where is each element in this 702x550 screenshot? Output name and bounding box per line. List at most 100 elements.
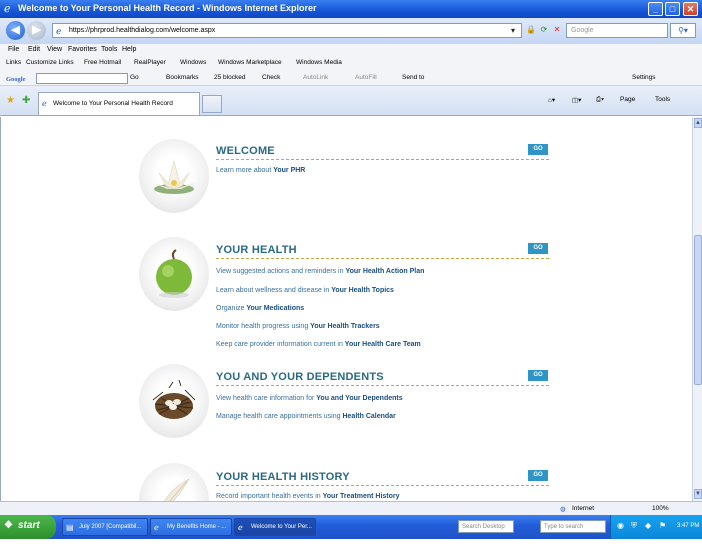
- links-label: Links: [6, 59, 22, 66]
- new-tab-button[interactable]: [202, 95, 222, 113]
- status-bar: ◍ Internet 100%: [0, 501, 702, 515]
- health-history-go-button[interactable]: GO: [528, 470, 548, 481]
- menu-file[interactable]: File: [8, 46, 19, 53]
- link-medications[interactable]: Organize Your Medications: [216, 305, 304, 312]
- print-icon[interactable]: ⎙▾: [596, 96, 604, 104]
- back-button[interactable]: ◀: [6, 21, 25, 40]
- send-to-button[interactable]: Send to: [402, 74, 424, 81]
- start-button[interactable]: ❖ start: [0, 515, 56, 539]
- link-health-calendar[interactable]: Manage health care appointments using He…: [216, 413, 396, 420]
- autolink-button[interactable]: AutoLink: [303, 74, 328, 81]
- feeds-icon[interactable]: ◫▾: [572, 96, 581, 104]
- stop-icon[interactable]: ✕: [551, 23, 563, 37]
- tab-welcome[interactable]: ℯ Welcome to Your Personal Health Record: [38, 92, 200, 115]
- vertical-scrollbar[interactable]: ▲ ▼: [692, 117, 702, 501]
- section-title: YOUR HEALTH: [216, 244, 297, 256]
- menu-favorites[interactable]: Favorites: [68, 46, 97, 53]
- zone-label: Internet: [572, 505, 595, 512]
- updates-icon[interactable]: ⚑: [659, 521, 666, 530]
- popup-blocked-button[interactable]: 25 blocked: [214, 74, 245, 81]
- scroll-thumb[interactable]: [694, 235, 702, 385]
- link-you-and-dependents[interactable]: View health care information for You and…: [216, 395, 403, 402]
- scroll-down-arrow-icon[interactable]: ▼: [694, 489, 702, 499]
- link-windows-marketplace[interactable]: Windows Marketplace: [218, 59, 282, 66]
- menu-edit[interactable]: Edit: [28, 46, 40, 53]
- menu-view[interactable]: View: [47, 46, 62, 53]
- dependents-go-button[interactable]: GO: [528, 370, 548, 381]
- refresh-icon[interactable]: ⟳: [538, 23, 550, 37]
- ie-logo-icon: ℯ: [4, 3, 11, 15]
- scroll-up-arrow-icon[interactable]: ▲: [694, 118, 702, 128]
- maximize-button[interactable]: □: [665, 2, 680, 16]
- type-to-search-input[interactable]: Type to search: [540, 520, 606, 533]
- section-divider: [216, 159, 549, 160]
- security-icon[interactable]: ⛨: [631, 521, 637, 531]
- link-free-hotmail[interactable]: Free Hotmail: [84, 59, 121, 66]
- google-go-button[interactable]: Go: [130, 74, 139, 81]
- menu-tools[interactable]: Tools: [101, 46, 117, 53]
- link-realplayer[interactable]: RealPlayer: [134, 59, 166, 66]
- welcome-go-button[interactable]: GO: [528, 144, 548, 155]
- desktop-search-input[interactable]: Search Desktop: [458, 520, 514, 533]
- ie-icon: ℯ: [238, 523, 243, 532]
- section-title: WELCOME: [216, 145, 275, 157]
- page-icon: ℯ: [56, 26, 62, 36]
- link-health-care-team[interactable]: Keep care provider information current i…: [216, 341, 421, 348]
- task-my-benefits[interactable]: ℯ My Benefits Home - ...: [150, 518, 232, 536]
- page-menu[interactable]: Page: [620, 96, 635, 103]
- search-input[interactable]: Google: [566, 23, 668, 38]
- welcome-link-your-phr[interactable]: Learn more about Your PHR: [216, 167, 305, 174]
- section-title: YOUR HEALTH HISTORY: [216, 471, 350, 483]
- menu-help[interactable]: Help: [122, 46, 136, 53]
- search-button[interactable]: ⚲▾: [670, 23, 696, 38]
- windows-flag-icon: ❖: [4, 520, 13, 531]
- google-search-input[interactable]: [36, 73, 128, 84]
- section-divider: [216, 485, 549, 486]
- link-health-action-plan[interactable]: View suggested actions and reminders in …: [216, 268, 424, 275]
- minimize-button[interactable]: _: [648, 2, 663, 16]
- google-logo: Google: [6, 76, 26, 83]
- home-icon[interactable]: ⌂▾: [548, 96, 555, 104]
- spell-check-button[interactable]: Check: [262, 74, 280, 81]
- bird-nest-image: [139, 364, 209, 438]
- favorites-star-icon[interactable]: ★: [6, 95, 15, 106]
- links-bar: Links Customize Links Free Hotmail RealP…: [0, 57, 702, 70]
- close-button[interactable]: ✕: [683, 2, 698, 16]
- address-url: https://phrprod.healthdialog.com/welcome…: [69, 27, 216, 34]
- tools-menu[interactable]: Tools: [655, 96, 670, 103]
- section-divider: [216, 385, 549, 386]
- task-word-document[interactable]: ▤ July 2007 [Compatibil...: [62, 518, 148, 536]
- link-windows[interactable]: Windows: [180, 59, 206, 66]
- address-field[interactable]: ℯ https://phrprod.healthdialog.com/welco…: [52, 23, 522, 38]
- menu-bar: File Edit View Favorites Tools Help: [0, 44, 702, 57]
- autofill-button[interactable]: AutoFill: [355, 74, 377, 81]
- green-apple-image: [139, 237, 209, 311]
- word-icon: ▤: [66, 523, 74, 532]
- globe-icon: ◍: [560, 506, 566, 513]
- bottom-strip: [0, 539, 702, 550]
- windows-taskbar: ❖ start ▤ July 2007 [Compatibil... ℯ My …: [0, 515, 702, 539]
- your-health-go-button[interactable]: GO: [528, 243, 548, 254]
- network-icon[interactable]: ◉: [617, 521, 624, 530]
- forward-button[interactable]: ▶: [27, 21, 46, 40]
- section-divider: [216, 258, 549, 259]
- settings-button[interactable]: Settings: [632, 74, 656, 81]
- link-windows-media[interactable]: Windows Media: [296, 59, 342, 66]
- search-placeholder: Google: [571, 27, 594, 34]
- feather-image: [139, 463, 209, 501]
- task-welcome-phr[interactable]: ℯ Welcome to Your Per...: [234, 518, 316, 536]
- tab-title: Welcome to Your Personal Health Record: [53, 100, 173, 107]
- lotus-flower-image: [139, 139, 209, 213]
- bookmarks-button[interactable]: Bookmarks: [166, 74, 199, 81]
- window-title-bar: ℯ Welcome to Your Personal Health Record…: [0, 0, 702, 18]
- link-customize-links[interactable]: Customize Links: [26, 59, 74, 66]
- lock-icon[interactable]: 🔒: [525, 23, 537, 37]
- volume-icon[interactable]: ◆: [645, 521, 651, 530]
- zoom-level[interactable]: 100%: [652, 505, 669, 512]
- add-favorites-icon[interactable]: ✚: [22, 95, 30, 106]
- address-dropdown-icon[interactable]: ▾: [507, 24, 519, 38]
- link-health-topics[interactable]: Learn about wellness and disease in Your…: [216, 287, 394, 294]
- link-treatment-history[interactable]: Record important health events in Your T…: [216, 493, 400, 500]
- link-health-trackers[interactable]: Monitor health progress using Your Healt…: [216, 323, 380, 330]
- address-bar-row: ◀ ▶ ℯ https://phrprod.healthdialog.com/w…: [0, 18, 702, 44]
